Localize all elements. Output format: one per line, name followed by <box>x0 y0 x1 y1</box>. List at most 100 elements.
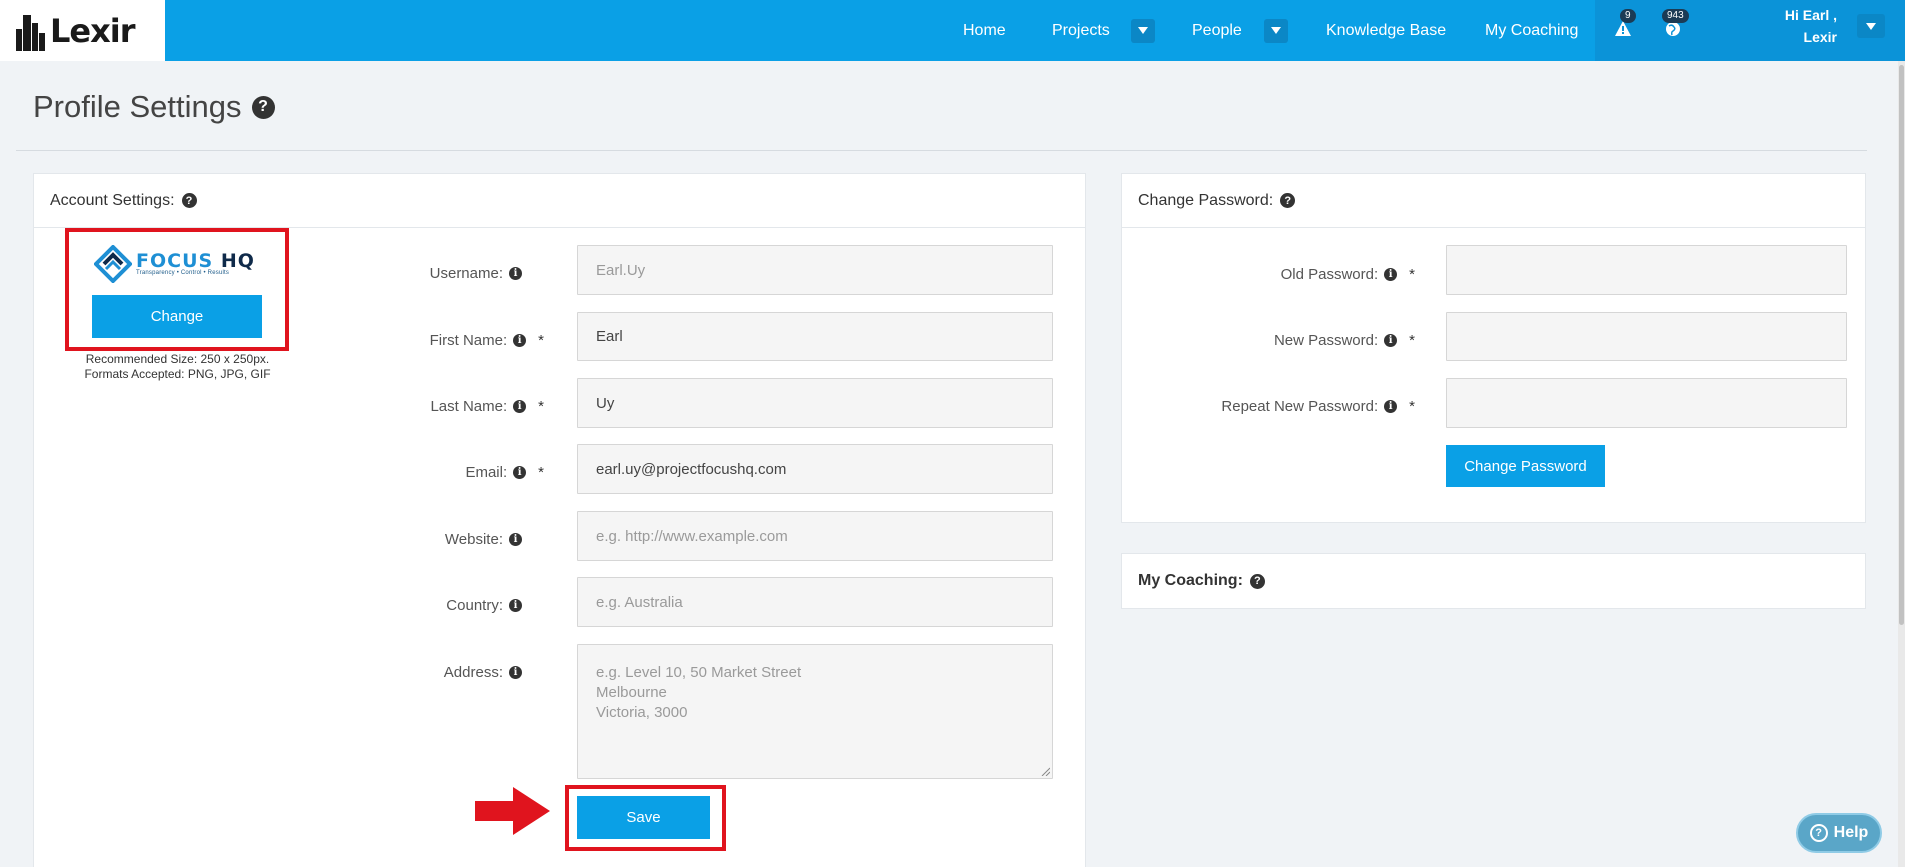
repeat-password-field[interactable] <box>1446 378 1847 428</box>
required-asterisk: * <box>1409 397 1415 415</box>
page-title-text: Profile Settings <box>33 89 242 124</box>
app-logo[interactable]: Lexir <box>0 0 165 61</box>
repeat-password-label: Repeat New Password: i * <box>1130 396 1415 416</box>
username-value: Earl.Uy <box>596 261 646 279</box>
email-value: earl.uy@projectfocushq.com <box>596 460 787 478</box>
nav-home[interactable]: Home <box>963 0 1006 61</box>
info-icon[interactable]: i <box>513 333 527 347</box>
my-coaching-header: My Coaching: ? <box>1122 554 1865 608</box>
address-label: Address: i <box>380 662 544 682</box>
email-label-text: Email: <box>465 463 508 481</box>
avatar-guidelines: Recommended Size: 250 x 250px. Formats A… <box>40 352 315 382</box>
email-label: Email: i * <box>380 462 544 482</box>
first-name-field[interactable]: Earl <box>577 312 1053 361</box>
user-menu[interactable]: Hi Earl , Lexir <box>1785 4 1837 48</box>
nav-people[interactable]: People <box>1192 0 1242 61</box>
info-icon[interactable]: i <box>509 665 522 679</box>
first-name-value: Earl <box>596 328 623 345</box>
nav-knowledge-base[interactable]: Knowledge Base <box>1326 0 1446 61</box>
logo-text: Lexir <box>50 11 135 50</box>
page-title: Profile Settings ? <box>33 89 275 125</box>
required-asterisk: * <box>1409 331 1415 349</box>
user-menu-dropdown[interactable] <box>1857 14 1885 38</box>
question-circle-icon[interactable]: ? <box>1249 573 1265 589</box>
last-name-label: Last Name: i * <box>380 396 544 416</box>
country-label-text: Country: <box>446 596 503 614</box>
info-icon[interactable]: i <box>1384 399 1398 413</box>
greeting-name: Hi Earl , <box>1784 7 1837 23</box>
annotation-highlight-save <box>565 785 726 851</box>
annotation-arrow-icon <box>475 787 550 835</box>
new-password-label-text: New Password: <box>1273 331 1379 349</box>
first-name-label-text: First Name: <box>429 331 508 349</box>
question-circle-icon: ? <box>1809 824 1828 842</box>
change-password-button[interactable]: Change Password <box>1446 445 1605 487</box>
address-placeholder: e.g. Level 10, 50 Market Street Melbourn… <box>596 664 802 721</box>
account-settings-title: Account Settings: <box>50 191 175 209</box>
updates-count-badge: 943 <box>1662 9 1689 23</box>
new-password-field[interactable] <box>1446 312 1847 361</box>
info-icon[interactable]: i <box>509 532 522 546</box>
country-label: Country: i <box>380 595 544 615</box>
top-navbar: Lexir Home Projects People Knowledge Bas… <box>0 0 1905 61</box>
question-circle-icon[interactable]: ? <box>251 95 275 119</box>
nav-projects-label: Projects <box>1052 21 1110 39</box>
nav-projects[interactable]: Projects <box>1052 0 1110 61</box>
building-logo-icon <box>16 14 45 51</box>
caret-down-icon <box>1866 22 1876 30</box>
info-icon[interactable]: i <box>1384 267 1398 281</box>
last-name-label-text: Last Name: <box>430 397 508 415</box>
first-name-label: First Name: i * <box>380 330 544 350</box>
new-password-label: New Password: i * <box>1130 330 1415 350</box>
account-settings-header: Account Settings: ? <box>34 174 1085 228</box>
info-icon[interactable]: i <box>513 399 527 413</box>
nav-people-label: People <box>1192 21 1242 39</box>
nav-home-label: Home <box>963 21 1006 39</box>
nav-projects-dropdown[interactable] <box>1131 0 1155 61</box>
website-field[interactable]: e.g. http://www.example.com <box>577 511 1053 561</box>
help-button[interactable]: ? Help <box>1796 813 1882 853</box>
question-circle-icon[interactable]: ? <box>1280 193 1296 208</box>
nav-my-coaching[interactable]: My Coaching <box>1485 0 1578 61</box>
page-scrollbar[interactable] <box>1898 61 1905 867</box>
info-icon[interactable]: i <box>513 465 527 479</box>
username-label: Username: i <box>380 263 544 283</box>
help-label: Help <box>1833 824 1869 841</box>
info-icon[interactable]: i <box>1384 333 1398 347</box>
username-field[interactable]: Earl.Uy <box>577 245 1053 295</box>
info-icon[interactable]: i <box>509 598 522 612</box>
annotation-highlight-avatar <box>65 228 289 351</box>
my-coaching-title: My Coaching: <box>1138 572 1243 589</box>
my-coaching-panel: My Coaching: ? <box>1121 553 1866 609</box>
alerts-count-badge: 9 <box>1620 9 1636 23</box>
nav-people-dropdown[interactable] <box>1264 0 1288 61</box>
address-textarea[interactable]: e.g. Level 10, 50 Market Street Melbourn… <box>577 644 1053 779</box>
username-label-text: Username: <box>429 264 503 282</box>
caret-down-icon <box>1264 18 1288 43</box>
question-circle-icon[interactable]: ? <box>181 193 197 208</box>
email-field[interactable]: earl.uy@projectfocushq.com <box>577 444 1053 494</box>
nav-my-coaching-label: My Coaching <box>1485 21 1579 39</box>
scrollbar-thumb[interactable] <box>1899 65 1904 625</box>
alerts-button[interactable]: 9 <box>1610 9 1638 42</box>
old-password-label-text: Old Password: <box>1280 265 1379 283</box>
old-password-field[interactable] <box>1446 245 1847 295</box>
country-placeholder: e.g. Australia <box>596 593 683 611</box>
required-asterisk: * <box>538 331 544 349</box>
caret-down-icon <box>1131 18 1155 43</box>
recommended-size-text: Recommended Size: 250 x 250px. <box>85 352 270 366</box>
address-label-text: Address: <box>443 663 503 681</box>
last-name-field[interactable]: Uy <box>577 378 1053 428</box>
required-asterisk: * <box>538 463 544 481</box>
change-password-header: Change Password: ? <box>1122 174 1865 228</box>
country-field[interactable]: e.g. Australia <box>577 577 1053 627</box>
updates-button[interactable]: 943 <box>1660 9 1689 42</box>
header-divider <box>16 150 1867 151</box>
change-password-label: Change Password <box>1464 457 1587 475</box>
info-icon[interactable]: i <box>509 266 522 280</box>
nav-knowledge-base-label: Knowledge Base <box>1326 21 1447 39</box>
resize-handle-icon[interactable] <box>1041 767 1050 776</box>
website-label-text: Website: <box>444 530 503 548</box>
old-password-label: Old Password: i * <box>1130 264 1415 284</box>
formats-accepted-text: Formats Accepted: PNG, JPG, GIF <box>84 367 271 381</box>
